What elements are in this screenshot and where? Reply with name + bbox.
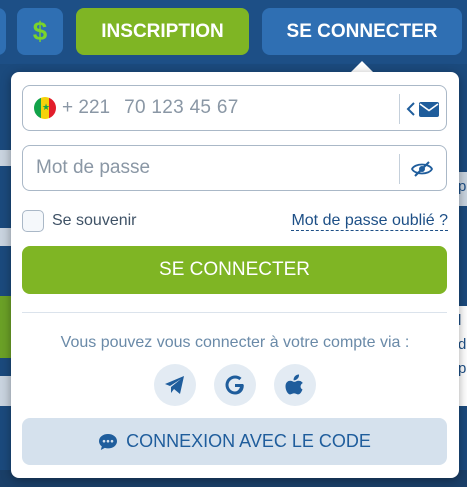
envelope-icon bbox=[418, 101, 439, 117]
phone-field[interactable]: ★ + 221 70 123 45 67 bbox=[22, 85, 447, 131]
field-divider bbox=[399, 154, 400, 184]
telegram-login-button[interactable] bbox=[154, 364, 196, 406]
divider bbox=[22, 312, 447, 313]
apple-login-button[interactable] bbox=[274, 364, 316, 406]
apple-icon bbox=[285, 374, 303, 395]
code-login-button[interactable]: CONNEXION AVEC LE CODE bbox=[22, 418, 447, 465]
senegal-flag-icon[interactable]: ★ bbox=[34, 97, 56, 119]
login-popup: ★ + 221 70 123 45 67 Se souvenir Mot de … bbox=[11, 72, 459, 478]
toggle-password-visibility[interactable] bbox=[404, 155, 440, 183]
telegram-icon bbox=[165, 376, 184, 394]
switch-to-email-button[interactable] bbox=[404, 95, 440, 123]
social-login-caption: Vous pouvez vous connecter à votre compt… bbox=[60, 334, 410, 351]
remember-me[interactable]: Se souvenir bbox=[22, 210, 137, 232]
password-field[interactable] bbox=[22, 145, 447, 191]
background-text: d bbox=[458, 336, 467, 353]
phone-input[interactable]: 70 123 45 67 bbox=[124, 97, 239, 119]
dollar-icon: $ bbox=[32, 16, 48, 46]
background-text: p bbox=[458, 360, 467, 377]
eye-slash-icon bbox=[411, 161, 433, 177]
remember-checkbox[interactable] bbox=[22, 210, 44, 232]
password-input[interactable] bbox=[34, 156, 338, 180]
code-login-label: CONNEXION AVEC LE CODE bbox=[126, 431, 371, 451]
chevron-left-icon bbox=[406, 102, 415, 116]
field-divider bbox=[399, 94, 400, 124]
top-header: $ INSCRIPTION SE CONNECTER bbox=[0, 0, 467, 64]
header-partial-button[interactable] bbox=[0, 8, 6, 55]
inscription-button[interactable]: INSCRIPTION bbox=[76, 8, 249, 55]
google-login-button[interactable] bbox=[214, 364, 256, 406]
dial-code: + 221 bbox=[62, 97, 111, 118]
login-submit-button[interactable]: SE CONNECTER bbox=[22, 246, 447, 294]
chat-bubble-icon bbox=[98, 433, 118, 451]
forgot-password-link[interactable]: Mot de passe oublié ? bbox=[291, 212, 448, 231]
header-connect-button[interactable]: SE CONNECTER bbox=[262, 8, 462, 55]
background-text: p bbox=[458, 178, 467, 195]
google-icon bbox=[225, 375, 244, 395]
social-login-list bbox=[11, 364, 459, 406]
remember-label[interactable]: Se souvenir bbox=[52, 212, 137, 230]
deposit-button[interactable]: $ bbox=[17, 8, 63, 55]
